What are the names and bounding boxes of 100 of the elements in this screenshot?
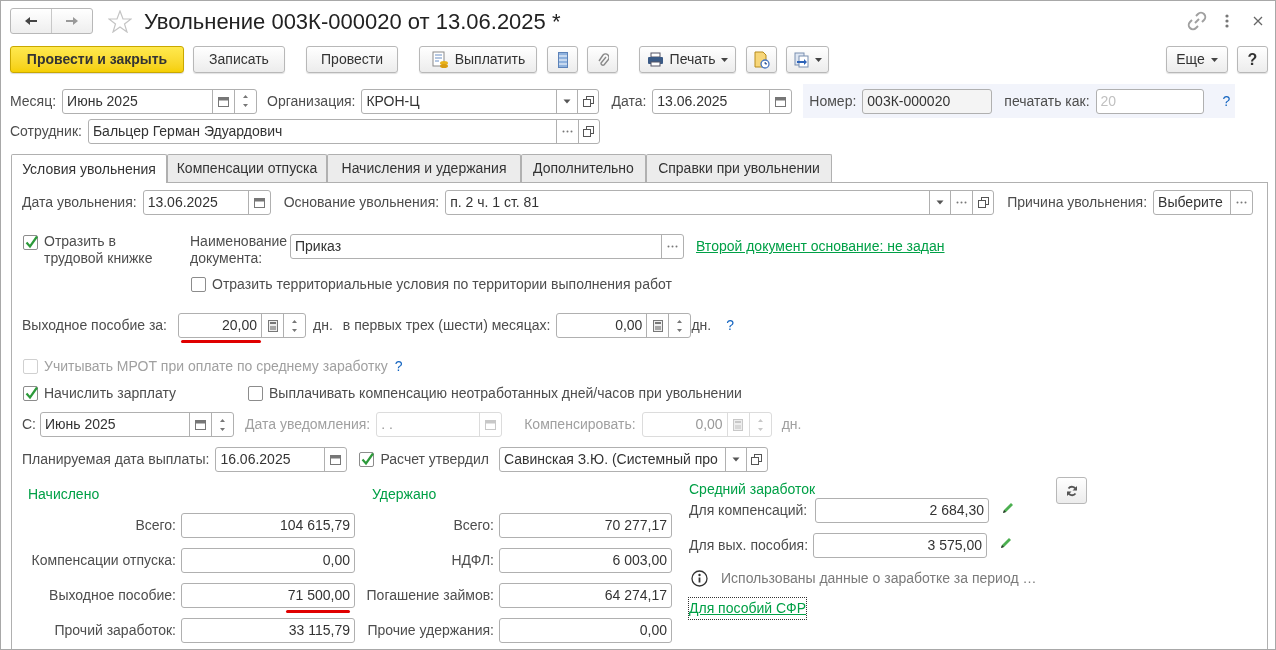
calendar-icon bbox=[330, 454, 342, 465]
dropdown-icon bbox=[731, 457, 740, 462]
document-arrow-icon bbox=[793, 51, 810, 68]
calculator-icon bbox=[267, 319, 278, 332]
amount-field[interactable]: 0,00 bbox=[181, 548, 355, 573]
dropdown-icon bbox=[936, 200, 945, 205]
field-label: дн. bbox=[313, 316, 333, 335]
checkbox[interactable] bbox=[248, 385, 263, 401]
forward-arrow-icon bbox=[65, 16, 79, 26]
help-link[interactable]: ? bbox=[726, 315, 734, 336]
amount-field[interactable]: 64 274,17 bbox=[499, 583, 672, 608]
tab[interactable]: Справки при увольнении bbox=[646, 154, 832, 182]
first-months-days-field[interactable]: 0,00 bbox=[556, 313, 692, 338]
open-window-icon bbox=[751, 454, 763, 465]
from-month-field[interactable]: Июнь 2025 bbox=[40, 412, 234, 437]
section-title: Начислено bbox=[28, 485, 101, 503]
ellipsis-icon bbox=[667, 245, 678, 248]
dismissal-date-field[interactable]: 13.06.2025 bbox=[142, 190, 271, 215]
help-button[interactable]: ? bbox=[1237, 46, 1268, 73]
field-label: дн. bbox=[691, 316, 712, 335]
report-button[interactable] bbox=[746, 46, 777, 73]
checkbox-label: Учитывать МРОТ при оплате по среднему заработку bbox=[44, 356, 388, 376]
section-title: Удержано bbox=[372, 485, 438, 503]
ellipsis-icon bbox=[561, 130, 573, 133]
tab[interactable]: Компенсации отпуска bbox=[167, 154, 327, 182]
field-label: Дата уведомления: bbox=[245, 415, 371, 434]
organization-field[interactable]: КРОН-Ц bbox=[361, 88, 600, 114]
pencil-icon bbox=[999, 535, 1013, 550]
amount-field[interactable]: 70 277,17 bbox=[499, 513, 672, 538]
refresh-button[interactable] bbox=[1056, 477, 1087, 504]
pencil-icon bbox=[1001, 500, 1015, 515]
link-icon bbox=[1187, 11, 1207, 31]
approver-field[interactable]: Савинская З.Ю. (Системный про bbox=[498, 447, 768, 472]
amount-field[interactable]: 104 615,79 bbox=[181, 513, 355, 538]
field-label: Выходное пособие за: bbox=[22, 316, 167, 335]
pay-button[interactable]: Выплатить bbox=[419, 46, 537, 73]
caret-icon bbox=[814, 57, 822, 62]
document-name-field[interactable]: Приказ bbox=[290, 234, 684, 259]
reason-field[interactable]: Выберите bbox=[1153, 190, 1254, 215]
post-button[interactable]: Провести bbox=[306, 46, 398, 73]
open-window-icon bbox=[582, 95, 594, 107]
checkbox-label: Отразить в трудовой книжке bbox=[44, 233, 154, 267]
field-label: Причина увольнения: bbox=[1007, 193, 1148, 212]
checkbox-label: Начислить зарплату bbox=[44, 383, 178, 403]
field-label: Компенсации отпуска: bbox=[30, 551, 176, 570]
save-button[interactable]: Записать bbox=[193, 46, 285, 73]
tab[interactable]: Начисления и удержания bbox=[327, 154, 521, 182]
date-field[interactable]: 13.06.2025 bbox=[652, 88, 793, 114]
tab[interactable]: Дополнительно bbox=[521, 154, 646, 182]
field-label: Погашение займов: bbox=[366, 586, 494, 605]
open-window-icon bbox=[977, 197, 989, 208]
amount-field[interactable]: 33 115,79 bbox=[181, 618, 355, 643]
refresh-icon bbox=[1065, 484, 1078, 497]
month-field[interactable]: Июнь 2025 bbox=[62, 88, 258, 114]
more-button[interactable]: Еще bbox=[1166, 46, 1228, 73]
field-label: Наименование документа: bbox=[190, 233, 289, 267]
dropdown-icon bbox=[563, 98, 572, 104]
back-arrow-icon bbox=[24, 16, 38, 26]
amount-field[interactable]: 6 003,00 bbox=[499, 548, 672, 573]
number-field[interactable]: 003К-000020 bbox=[862, 88, 993, 114]
star-icon bbox=[108, 9, 132, 33]
calendar-icon bbox=[775, 95, 787, 107]
field-label: Дата: bbox=[611, 91, 647, 111]
amount-field[interactable]: 2 684,30 bbox=[815, 498, 989, 523]
post-and-close-button[interactable]: Провести и закрыть bbox=[10, 46, 184, 73]
field-label: печатать как: bbox=[1004, 91, 1090, 111]
field-label: Компенсировать: bbox=[524, 415, 636, 434]
tab[interactable]: Условия увольнения bbox=[11, 154, 167, 183]
open-window-icon bbox=[583, 126, 595, 137]
checkbox-label: Расчет утвердил bbox=[380, 450, 489, 469]
field-label: Сотрудник: bbox=[10, 122, 82, 141]
section-title: Средний заработок bbox=[689, 480, 817, 498]
attach-button[interactable] bbox=[587, 46, 618, 73]
payment-date-field[interactable]: 16.06.2025 bbox=[215, 447, 348, 472]
field-label: НДФЛ: bbox=[450, 551, 494, 570]
calendar-icon bbox=[485, 419, 497, 430]
field-label: Для вых. пособия: bbox=[689, 536, 808, 555]
field-label: Планируемая дата выплаты: bbox=[22, 450, 210, 469]
field-label: Организация: bbox=[267, 91, 356, 111]
checkbox[interactable] bbox=[23, 385, 38, 401]
help-link[interactable]: ? bbox=[1222, 90, 1231, 112]
basis-field[interactable]: п. 2 ч. 1 ст. 81 bbox=[445, 190, 995, 215]
caret-icon bbox=[1210, 57, 1218, 62]
field-label: Месяц: bbox=[10, 91, 57, 111]
checkbox[interactable] bbox=[23, 235, 38, 250]
amount-field[interactable]: 0,00 bbox=[499, 618, 672, 643]
checkbox[interactable] bbox=[359, 452, 375, 467]
print-button[interactable]: Печать bbox=[639, 46, 736, 73]
field-label: Прочий заработок: bbox=[53, 621, 176, 640]
field-label: Номер: bbox=[809, 91, 857, 111]
second-document-link[interactable]: Второй документ основание: не задан bbox=[696, 236, 945, 257]
export-button[interactable] bbox=[786, 46, 829, 73]
field-label: С: bbox=[22, 415, 36, 434]
list-button[interactable] bbox=[547, 46, 578, 73]
checkbox-label: Отразить территориальные условия по территории выполнения работ bbox=[212, 274, 672, 294]
checkbox[interactable] bbox=[191, 276, 206, 292]
list-icon bbox=[557, 51, 568, 68]
amount-field[interactable]: 3 575,00 bbox=[813, 533, 987, 558]
employee-field[interactable]: Бальцер Герман Эдуардович bbox=[87, 119, 600, 144]
caret-icon bbox=[721, 57, 729, 62]
